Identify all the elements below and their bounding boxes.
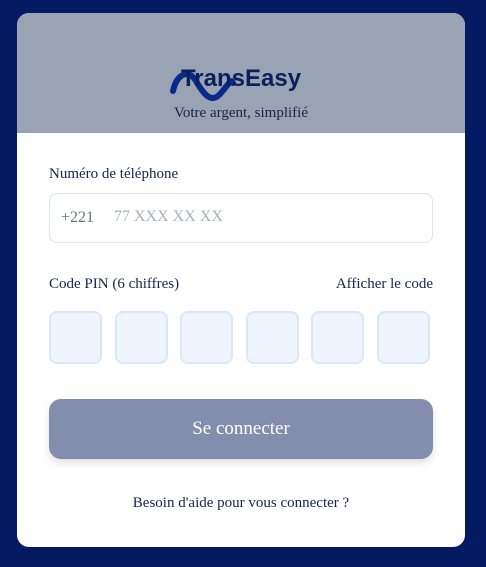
app-brand: TransEasy — [180, 65, 302, 92]
pin-digit-2[interactable] — [115, 311, 168, 364]
phone-input[interactable] — [114, 202, 414, 232]
phone-field[interactable]: +221 — [49, 193, 433, 243]
pin-digit-1[interactable] — [49, 311, 102, 364]
pin-digit-6[interactable] — [377, 311, 430, 364]
country-code-prefix: +221 — [61, 209, 95, 226]
pin-digit-5[interactable] — [311, 311, 364, 364]
tagline: Votre argent, simplifié — [173, 105, 308, 121]
login-card: TransEasy Votre argent, simplifié Numéro… — [17, 13, 465, 547]
help-link[interactable]: Besoin d'aide pour vous connecter ? — [17, 495, 465, 512]
login-button[interactable]: Se connecter — [49, 399, 433, 459]
show-pin-toggle[interactable]: Afficher le code — [336, 276, 433, 293]
card-header: TransEasy Votre argent, simplifié — [17, 13, 465, 133]
pin-digit-4[interactable] — [246, 311, 299, 364]
pin-input-row — [49, 311, 433, 367]
pin-label: Code PIN (6 chiffres) — [49, 276, 180, 292]
phone-label: Numéro de téléphone — [49, 166, 179, 182]
pin-digit-3[interactable] — [180, 311, 233, 364]
